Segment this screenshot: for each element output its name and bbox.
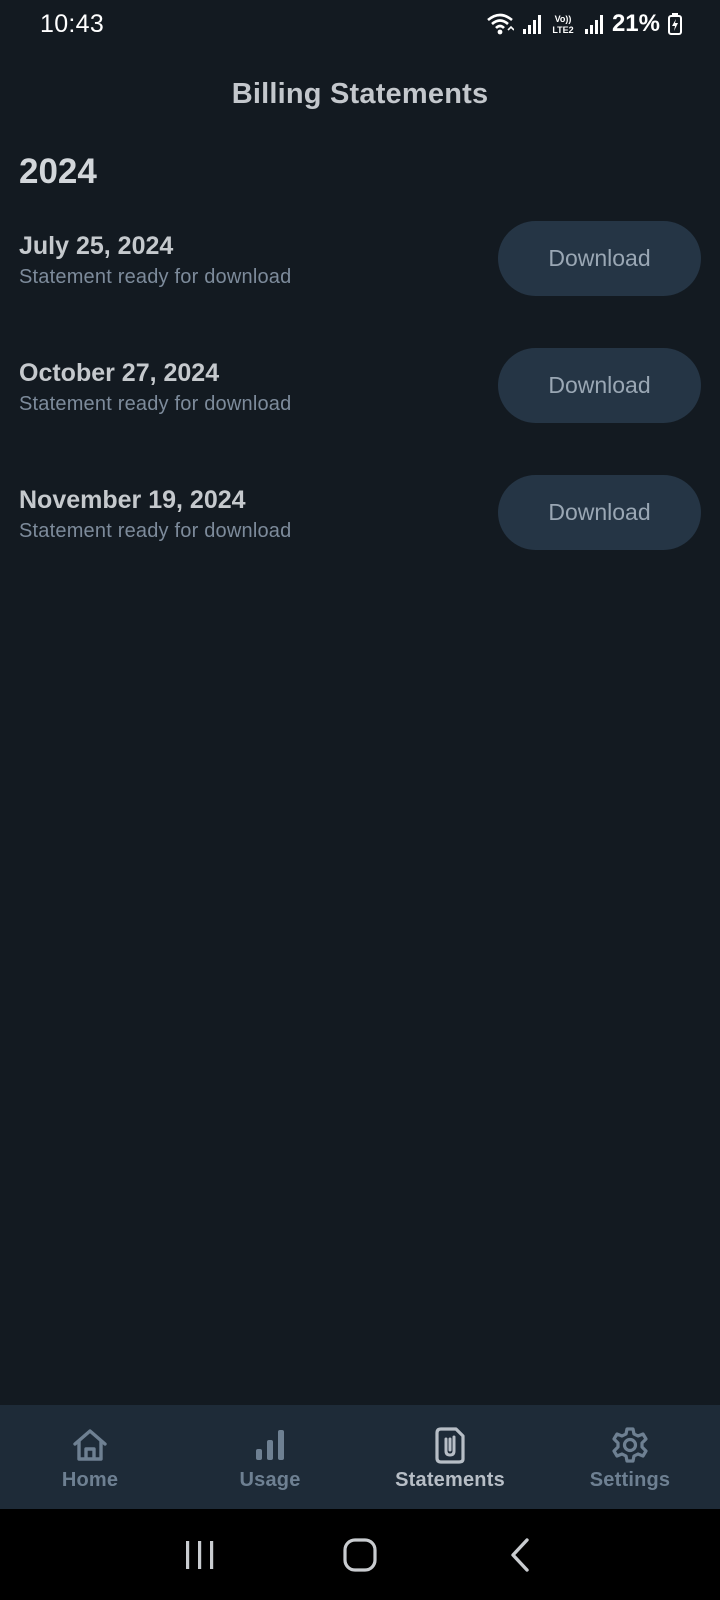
download-button[interactable]: Download: [498, 221, 701, 296]
nav-label-usage: Usage: [239, 1469, 301, 1491]
nav-item-home[interactable]: Home: [0, 1405, 180, 1509]
status-icons: Vo)) LTE2 21%: [486, 10, 682, 38]
battery-charging-icon: [668, 13, 682, 35]
statement-status: Statement ready for download: [19, 393, 292, 415]
nav-item-settings[interactable]: Settings: [540, 1405, 720, 1509]
nav-label-statements: Statements: [395, 1469, 505, 1491]
svg-text:Vo)): Vo)): [555, 14, 572, 24]
download-button[interactable]: Download: [498, 475, 701, 550]
statement-list: July 25, 2024 Statement ready for downlo…: [0, 221, 720, 602]
page-title: Billing Statements: [231, 78, 489, 110]
statement-item: July 25, 2024 Statement ready for downlo…: [0, 221, 720, 348]
year-heading: 2024: [19, 152, 97, 191]
statement-date: July 25, 2024: [19, 232, 174, 260]
svg-text:LTE2: LTE2: [552, 25, 573, 35]
gear-icon: [610, 1425, 650, 1465]
home-icon: [70, 1425, 110, 1465]
statement-date: November 19, 2024: [19, 486, 246, 514]
home-button-icon[interactable]: [330, 1530, 390, 1580]
nav-label-settings: Settings: [589, 1469, 671, 1491]
statement-date: October 27, 2024: [19, 359, 220, 387]
statement-status: Statement ready for download: [19, 520, 292, 542]
statement-item: November 19, 2024 Statement ready for do…: [0, 475, 720, 602]
system-nav-bar: [0, 1509, 720, 1600]
statement-item: October 27, 2024 Statement ready for dow…: [0, 348, 720, 475]
back-icon[interactable]: [490, 1530, 550, 1580]
signal-icon: [522, 13, 542, 35]
nav-item-statements[interactable]: Statements: [360, 1405, 540, 1509]
nav-item-usage[interactable]: Usage: [180, 1405, 360, 1509]
screen: 10:43 Vo)) LTE2 21% Billing Statements 2…: [0, 0, 720, 1600]
paperclip-document-icon: [430, 1425, 470, 1465]
nav-label-home: Home: [61, 1469, 119, 1491]
volte-icon: Vo)) LTE2: [550, 12, 576, 36]
download-button[interactable]: Download: [498, 348, 701, 423]
status-time: 10:43: [40, 9, 105, 38]
recent-apps-icon[interactable]: [170, 1530, 230, 1580]
bottom-nav: Home Usage Statements Settings: [0, 1405, 720, 1509]
statement-status: Statement ready for download: [19, 266, 292, 288]
wifi-icon: [486, 12, 514, 36]
status-bar: 10:43 Vo)) LTE2 21%: [0, 0, 720, 48]
signal-icon-2: [584, 13, 604, 35]
battery-percent: 21%: [611, 10, 660, 37]
bar-chart-icon: [250, 1425, 290, 1465]
